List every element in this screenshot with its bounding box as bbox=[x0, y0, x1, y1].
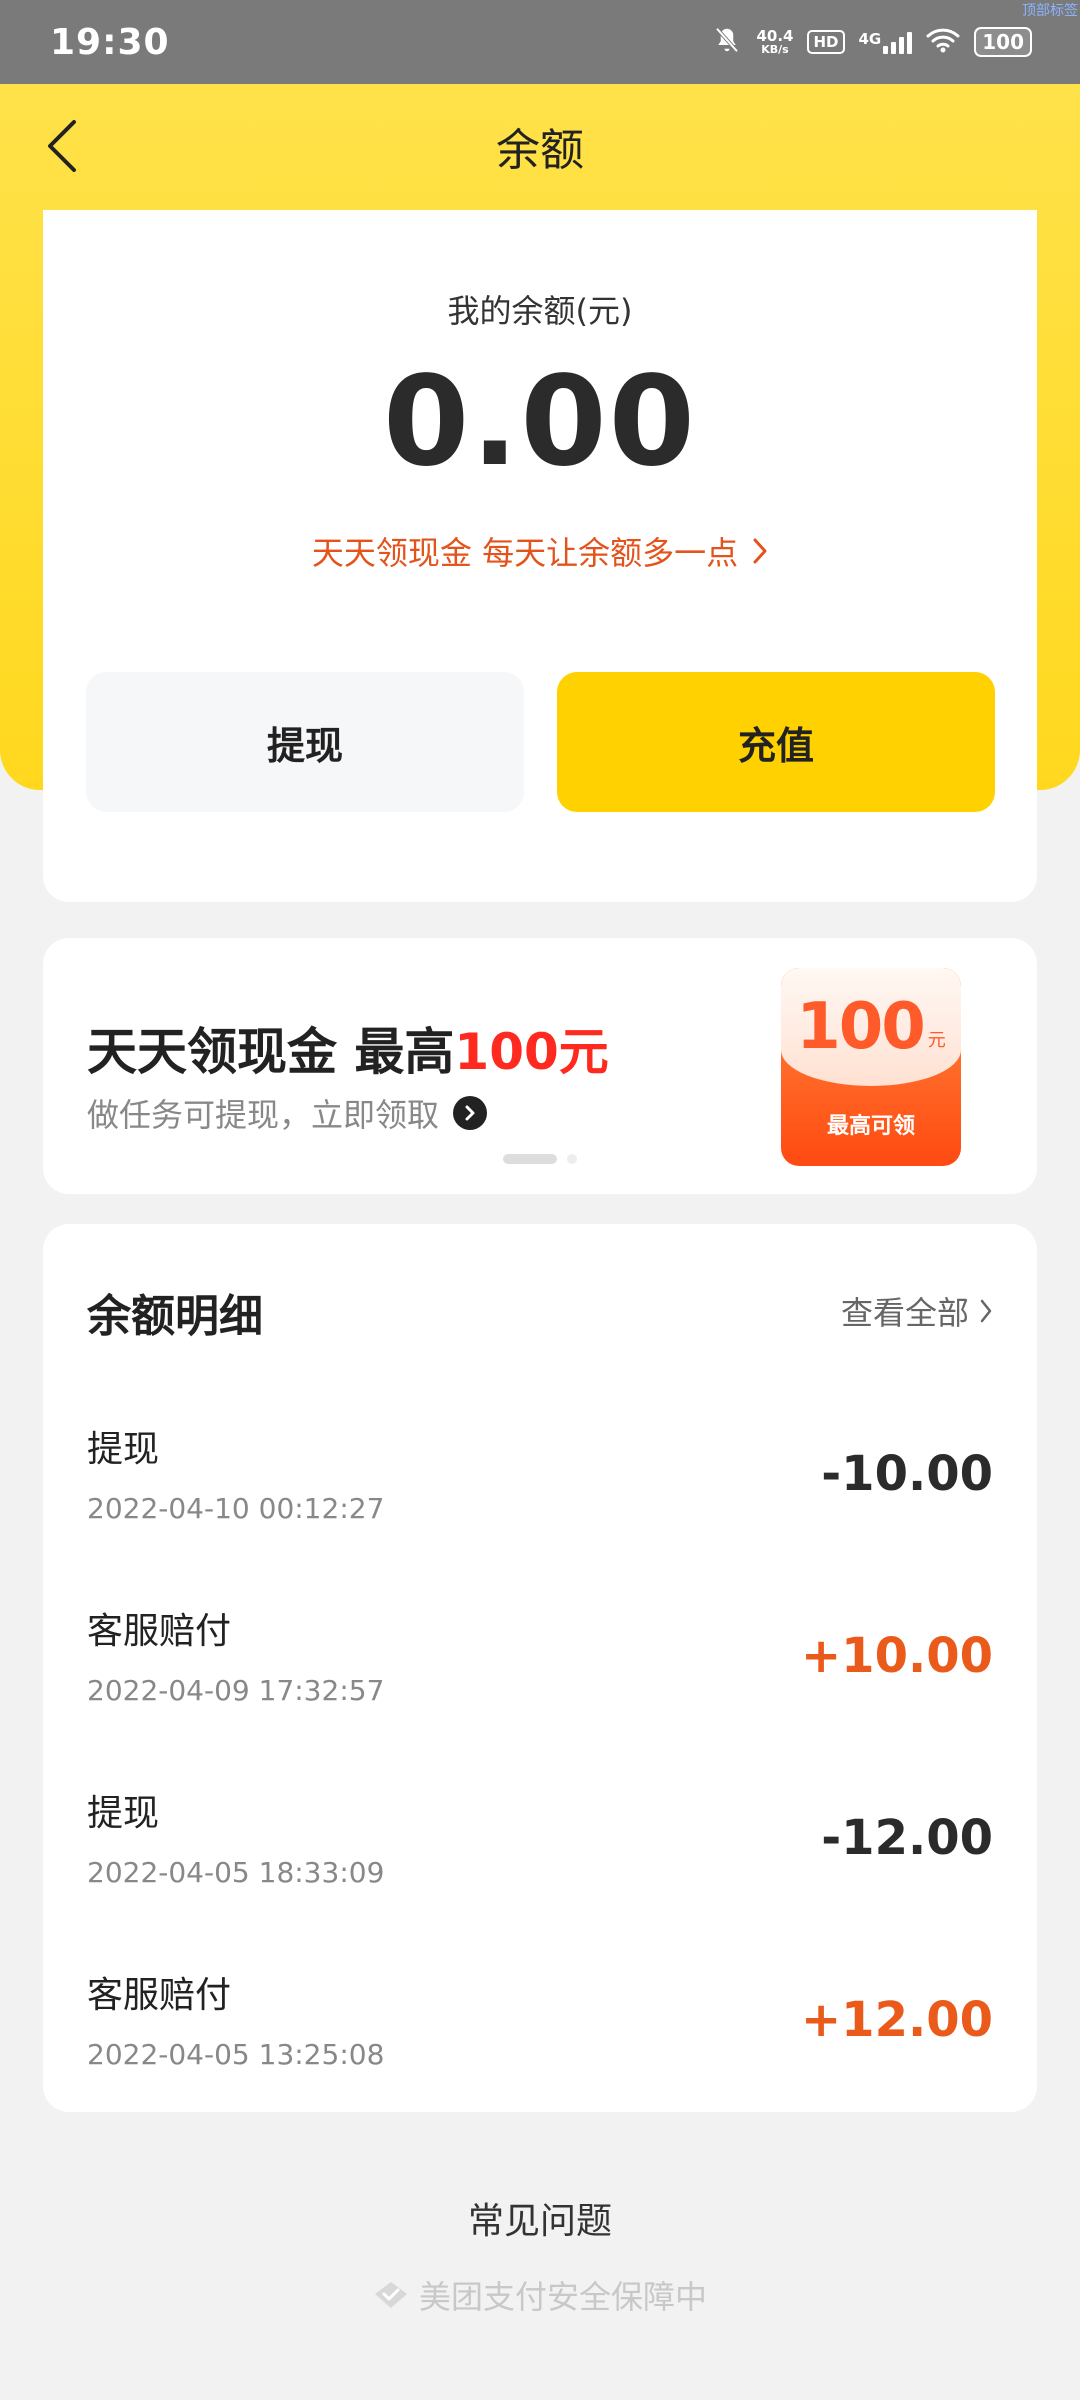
net-speed: 40.4 KB/s bbox=[756, 28, 793, 56]
view-all-label: 查看全部 bbox=[840, 1294, 969, 1332]
net-speed-unit: KB/s bbox=[761, 43, 789, 56]
daily-cash-link[interactable]: 天天领现金 每天让余额多一点 bbox=[43, 528, 1037, 574]
carousel-dot-active bbox=[503, 1154, 557, 1164]
chevron-left-icon bbox=[48, 120, 76, 172]
transaction-amount: +10.00 bbox=[800, 1628, 993, 1684]
details-title: 余额明细 bbox=[87, 1291, 263, 1342]
balance-details-card: 余额明细 查看全部 提现 2022-04-10 00:12:27 -10.00 … bbox=[43, 1224, 1037, 2112]
promo-title-main: 天天领现金 最高 bbox=[87, 1023, 455, 1081]
transaction-time: 2022-04-05 18:33:09 bbox=[87, 1856, 385, 1889]
status-time: 19:30 bbox=[50, 21, 170, 63]
corner-text: 顶部标签 bbox=[1022, 3, 1078, 19]
transaction-title: 提现 bbox=[87, 1793, 160, 1834]
transaction-amount: -12.00 bbox=[821, 1810, 993, 1866]
status-bar: 19:30 40.4 KB/s HD 4G 100 顶部标签 bbox=[0, 0, 1080, 84]
transaction-amount: -10.00 bbox=[821, 1446, 993, 1502]
chevron-right-icon bbox=[753, 538, 767, 564]
hd-badge: HD bbox=[807, 30, 845, 54]
carousel-dot bbox=[567, 1154, 577, 1164]
transaction-amount: +12.00 bbox=[800, 1992, 993, 2048]
promo-subtitle-row: 做任务可提现，立即领取 bbox=[87, 1090, 488, 1136]
cellular-signal: 4G bbox=[859, 30, 913, 54]
shield-diamond-icon bbox=[374, 2282, 407, 2308]
red-packet-top: 100 元 bbox=[781, 968, 961, 1086]
chevron-right-icon bbox=[980, 1299, 992, 1323]
transaction-time: 2022-04-10 00:12:27 bbox=[87, 1492, 385, 1525]
promo-title-highlight: 100元 bbox=[454, 1023, 609, 1081]
balance-card: 我的余额(元) 0.00 天天领现金 每天让余额多一点 提现 充值 bbox=[43, 210, 1037, 902]
transaction-title: 客服赔付 bbox=[87, 1975, 232, 2016]
packet-unit: 元 bbox=[927, 1030, 946, 1051]
security-notice: 美团支付安全保障中 bbox=[0, 2272, 1080, 2318]
daily-cash-link-text: 天天领现金 每天让余额多一点 bbox=[311, 534, 739, 572]
red-packet-icon[interactable]: 100 元 最高可领 bbox=[781, 968, 961, 1166]
promo-title: 天天领现金 最高100元 bbox=[87, 1012, 609, 1084]
withdraw-button[interactable]: 提现 bbox=[86, 672, 524, 812]
net-speed-value: 40.4 bbox=[756, 27, 794, 45]
mute-bell-icon bbox=[712, 25, 742, 59]
packet-amount: 100 bbox=[796, 990, 926, 1064]
transaction-row[interactable]: 提现 2022-04-10 00:12:27 -10.00 bbox=[87, 1420, 993, 1570]
status-icons: 40.4 KB/s HD 4G 100 bbox=[712, 25, 1032, 59]
transaction-title: 客服赔付 bbox=[87, 1611, 232, 1652]
balance-label: 我的余额(元) bbox=[447, 292, 633, 330]
wifi-icon bbox=[926, 27, 960, 57]
packet-label: 最高可领 bbox=[826, 1114, 915, 1139]
signal-bars-icon bbox=[883, 30, 913, 54]
transaction-row[interactable]: 提现 2022-04-05 18:33:09 -12.00 bbox=[87, 1784, 993, 1934]
security-text: 美团支付安全保障中 bbox=[418, 2278, 707, 2316]
transaction-row[interactable]: 客服赔付 2022-04-05 13:25:08 +12.00 bbox=[87, 1966, 993, 2116]
recharge-button[interactable]: 充值 bbox=[557, 672, 995, 812]
promo-subtitle: 做任务可提现，立即领取 bbox=[87, 1096, 440, 1134]
battery-indicator: 100 bbox=[974, 27, 1032, 57]
transaction-time: 2022-04-05 13:25:08 bbox=[87, 2038, 385, 2071]
back-button[interactable] bbox=[30, 114, 94, 178]
network-type: 4G bbox=[858, 30, 882, 48]
transaction-title: 提现 bbox=[87, 1429, 160, 1470]
transaction-row[interactable]: 客服赔付 2022-04-09 17:32:57 +10.00 bbox=[87, 1602, 993, 1752]
view-all-link[interactable]: 查看全部 bbox=[841, 1288, 993, 1334]
nav-bar: 余额 bbox=[0, 84, 1080, 208]
page-title: 余额 bbox=[496, 125, 584, 176]
arrow-right-circle-icon[interactable] bbox=[453, 1096, 488, 1130]
carousel-indicator bbox=[503, 1154, 577, 1164]
transaction-time: 2022-04-09 17:32:57 bbox=[87, 1674, 385, 1707]
balance-amount: 0.00 bbox=[383, 350, 697, 494]
faq-link[interactable]: 常见问题 bbox=[0, 2192, 1080, 2244]
promo-banner[interactable]: 天天领现金 最高100元 做任务可提现，立即领取 100 元 最高可领 bbox=[43, 938, 1037, 1194]
